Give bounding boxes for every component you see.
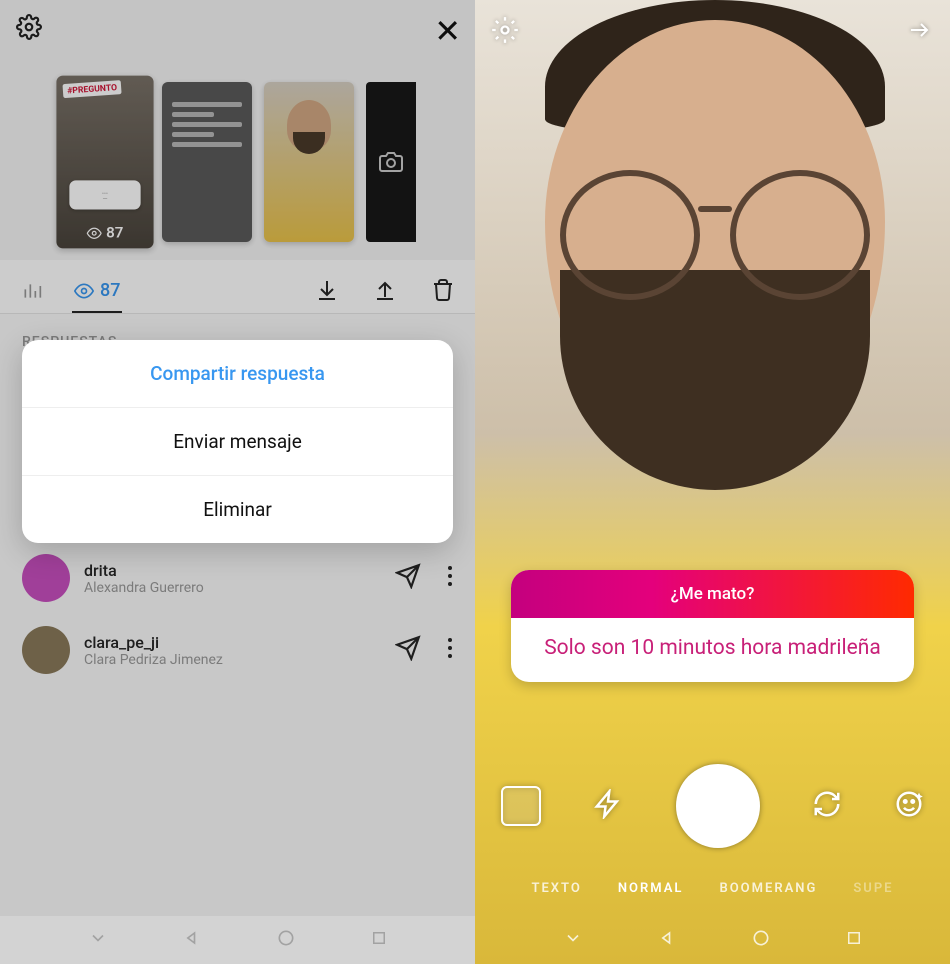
mode-boomerang[interactable]: BOOMERANG — [719, 881, 817, 896]
nav-chevron-down-icon[interactable] — [563, 928, 583, 952]
delete-action[interactable]: Eliminar — [22, 475, 453, 543]
question-sticker[interactable]: ¿Me mato? Solo son 10 minutos hora madri… — [511, 570, 914, 682]
flash-icon[interactable] — [593, 789, 623, 823]
nav-recent-icon[interactable] — [370, 929, 388, 951]
nav-chevron-down-icon[interactable] — [88, 928, 108, 952]
mode-text[interactable]: TEXTO — [531, 881, 581, 896]
gallery-button[interactable] — [501, 786, 541, 826]
nav-back-icon[interactable] — [657, 928, 677, 952]
android-nav-bar — [475, 916, 950, 964]
sticker-question: ¿Me mato? — [511, 570, 914, 618]
story-insights-screen: ✕ #PREGUNTO ...— 87 — [0, 0, 475, 964]
nav-home-icon[interactable] — [751, 928, 771, 952]
mode-super[interactable]: SUPE — [853, 881, 893, 896]
forward-arrow-icon[interactable] — [904, 18, 934, 46]
face-filter-icon[interactable] — [894, 789, 924, 823]
shutter-button[interactable] — [676, 764, 760, 848]
nav-back-icon[interactable] — [182, 928, 202, 952]
action-sheet: Compartir respuesta Enviar mensaje Elimi… — [22, 340, 453, 543]
nav-recent-icon[interactable] — [845, 929, 863, 951]
send-message-action[interactable]: Enviar mensaje — [22, 407, 453, 475]
gear-icon[interactable] — [491, 16, 519, 48]
switch-camera-icon[interactable] — [812, 789, 842, 823]
camera-modes: TEXTO NORMAL BOOMERANG SUPE — [475, 881, 950, 896]
sticker-answer: Solo son 10 minutos hora madrileña — [511, 618, 914, 682]
android-nav-bar — [0, 916, 475, 964]
share-response-action[interactable]: Compartir respuesta — [22, 340, 453, 407]
story-camera-screen: ¿Me mato? Solo son 10 minutos hora madri… — [475, 0, 950, 964]
nav-home-icon[interactable] — [276, 928, 296, 952]
mode-normal[interactable]: NORMAL — [618, 881, 684, 896]
